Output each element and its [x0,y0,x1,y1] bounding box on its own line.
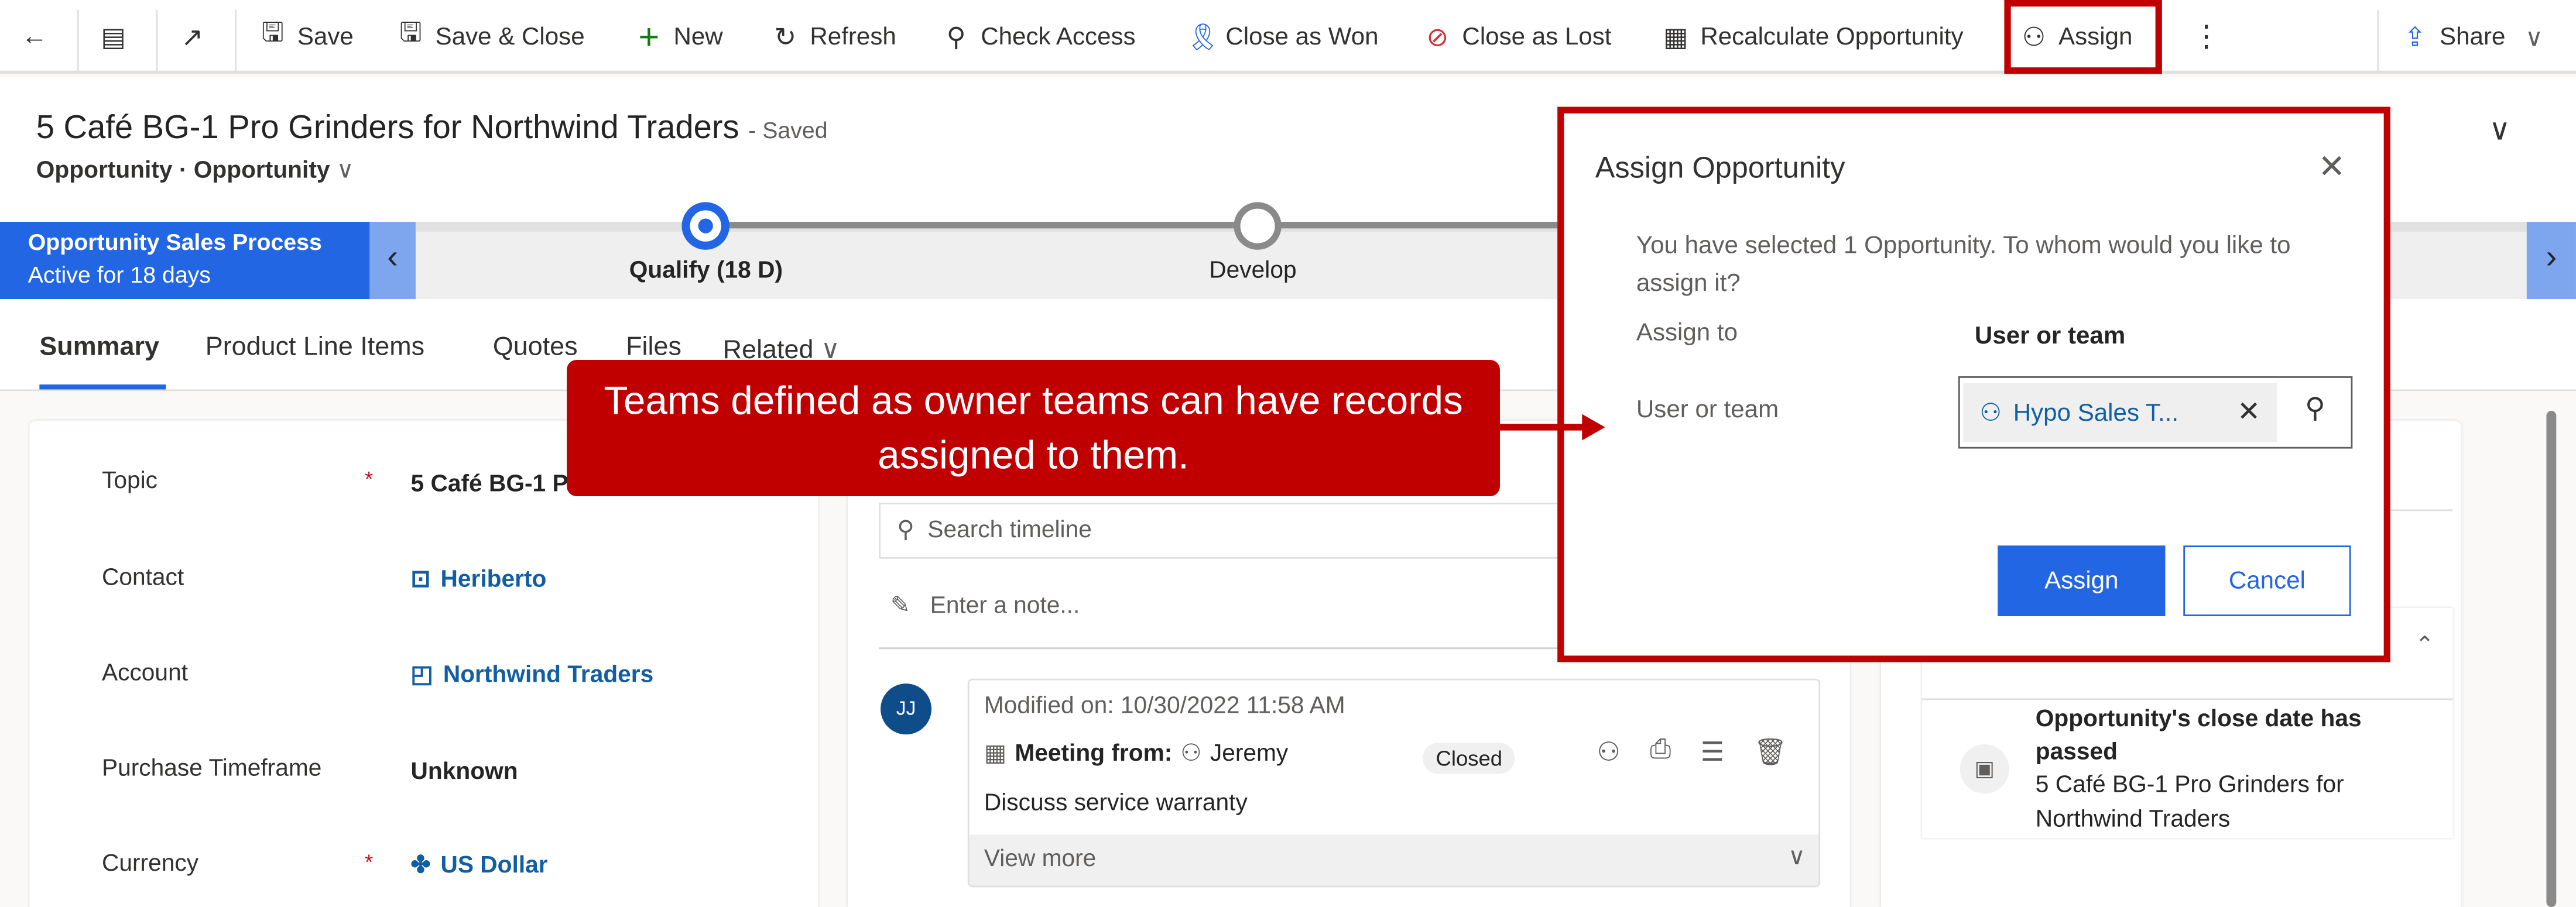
stage-qualify-marker[interactable] [681,202,729,250]
tab-product-line-items[interactable]: Product Line Items [205,334,424,363]
command-bar: ← ▤ ↗ 🖫 Save 🖫 Save & Close + New ↻ Refresh … [0,0,2576,74]
more-icon: ⋮ [2191,19,2221,53]
account-field[interactable]: ◰ Northwind Traders [411,662,654,689]
dialog-title: Assign Opportunity [1595,151,1845,184]
cancel-button[interactable]: Cancel [2183,545,2351,616]
ribbon-icon: 🎗 [1186,23,1220,52]
stage-prev-button[interactable]: ‹ [369,222,416,300]
assign-confirm-button[interactable]: Assign [1998,545,2166,616]
refresh-icon: ↻ [774,23,797,52]
open-new-window-button[interactable]: ↗ [177,0,207,74]
delete-icon[interactable]: 🗑 [1754,736,1787,769]
prohibited-icon: ⊘ [1426,23,1449,52]
back-button[interactable]: ← [20,0,50,74]
close-as-lost-button[interactable]: ⊘ Close as Lost [1423,0,1612,74]
page-title: 5 Café BG-1 Pro Grinders for Northwind T… [36,110,828,146]
stage-next-button[interactable]: › [2526,222,2576,300]
save-button[interactable]: 🖫 Save [258,0,354,74]
purchase-timeframe-field[interactable]: Unknown [411,759,518,785]
refresh-button[interactable]: ↻ Refresh [770,0,896,74]
save-close-button[interactable]: 🖫 Save & Close [396,0,584,74]
avatar: JJ [881,683,932,735]
chevron-down-icon: ∨ [2525,23,2543,52]
convert-icon[interactable]: ⎙ [1650,736,1671,769]
remove-icon[interactable]: ✕ [2237,396,2260,429]
assign-highlight [2004,0,2162,74]
form-selector[interactable]: Opportunity ∨ [194,158,354,184]
required-indicator: * [364,849,374,874]
calculator-icon: ▦ [1663,23,1688,52]
more-commands-button[interactable]: ⋮ [2191,0,2221,74]
status-badge: Closed [1423,743,1516,774]
close-as-won-button[interactable]: 🎗 Close as Won [1186,0,1379,74]
search-icon[interactable]: ⚲ [2305,393,2325,425]
page-scrollbar[interactable] [2546,411,2557,907]
chevron-down-icon: ∨ [1788,844,1806,871]
new-button[interactable]: + New [634,0,722,74]
view-more-button[interactable]: View more ∨ [969,834,1819,886]
calendar-alert-icon: ▣ [1960,744,2009,794]
annotation-arrow [1499,424,1585,431]
chevron-up-icon[interactable]: ⌃ [2415,631,2434,659]
assign-activity-icon[interactable]: ⚇ [1597,736,1621,769]
pop-out-icon: ↗ [181,23,204,52]
arrowhead-icon [1582,414,1605,441]
share-icon: ⇪ [2404,23,2426,52]
header-expand-chevron[interactable]: ∨ [2489,114,2510,148]
calendar-icon: ▦ [984,741,1007,768]
pencil-icon: ✎ [890,593,911,620]
stage-develop-label[interactable]: Develop [1209,258,1296,284]
tab-files[interactable]: Files [626,334,681,363]
account-icon: ◰ [410,662,433,689]
recalculate-button[interactable]: ▦ Recalculate Opportunity [1661,0,1964,74]
tab-quotes[interactable]: Quotes [493,334,578,363]
key-icon: ⚲ [946,23,966,52]
note-input[interactable]: ✎ Enter a note... [890,593,1080,620]
contact-icon: ⊡ [410,566,431,593]
save-icon: 🖫 [261,19,284,48]
list-icon: ▤ [101,23,126,52]
dialog-message: You have selected 1 Opportunity. To whom… [1636,231,2291,298]
chevron-down-icon: ∨ [336,157,354,184]
stage-qualify-label[interactable]: Qualify (18 D) [629,258,783,284]
team-icon: ⚇ [1979,399,2002,428]
record-set-button[interactable]: ▤ [98,0,128,74]
activity-card[interactable]: Modified on: 10/30/2022 11:58 AM ▦ Meetin… [967,678,1821,888]
annotation-callout: Teams defined as owner teams can have re… [567,359,1500,497]
assign-dialog: Assign Opportunity ✕ You have selected 1… [1557,106,2390,662]
process-name-panel[interactable]: Opportunity Sales Process Active for 18 … [0,222,370,300]
currency-icon: ✤ [410,853,431,879]
save-status: - Saved [748,116,828,143]
selected-team-chip[interactable]: ⚇ Hypo Sales T... ✕ [1963,383,2277,442]
back-arrow-icon: ← [21,22,48,50]
person-icon: ⚇ [1180,741,1202,768]
breadcrumb: Opportunity · Opportunity ∨ [36,157,354,184]
search-icon: ⚲ [897,517,914,544]
plus-icon: + [638,15,660,57]
assign-to-selector[interactable]: User or team [1975,322,2125,350]
user-or-team-lookup[interactable]: ⚇ Hypo Sales T... ✕ ⚲ [1958,376,2353,449]
stage-develop-marker[interactable] [1234,202,1282,250]
share-button[interactable]: ⇪ Share ∨ [2400,0,2543,74]
close-icon[interactable]: ✕ [2318,146,2345,187]
tab-summary[interactable]: Summary [39,334,159,363]
currency-field[interactable]: ✤ US Dollar [411,853,548,879]
contact-field[interactable]: ⊡ Heriberto [411,567,547,593]
check-access-button[interactable]: ⚲ Check Access [941,0,1136,74]
save-close-icon: 🖫 [399,19,422,48]
activity-owner-link[interactable]: Jeremy [1210,741,1288,767]
open-record-icon[interactable]: ☰ [1701,736,1724,769]
required-indicator: * [364,466,374,492]
